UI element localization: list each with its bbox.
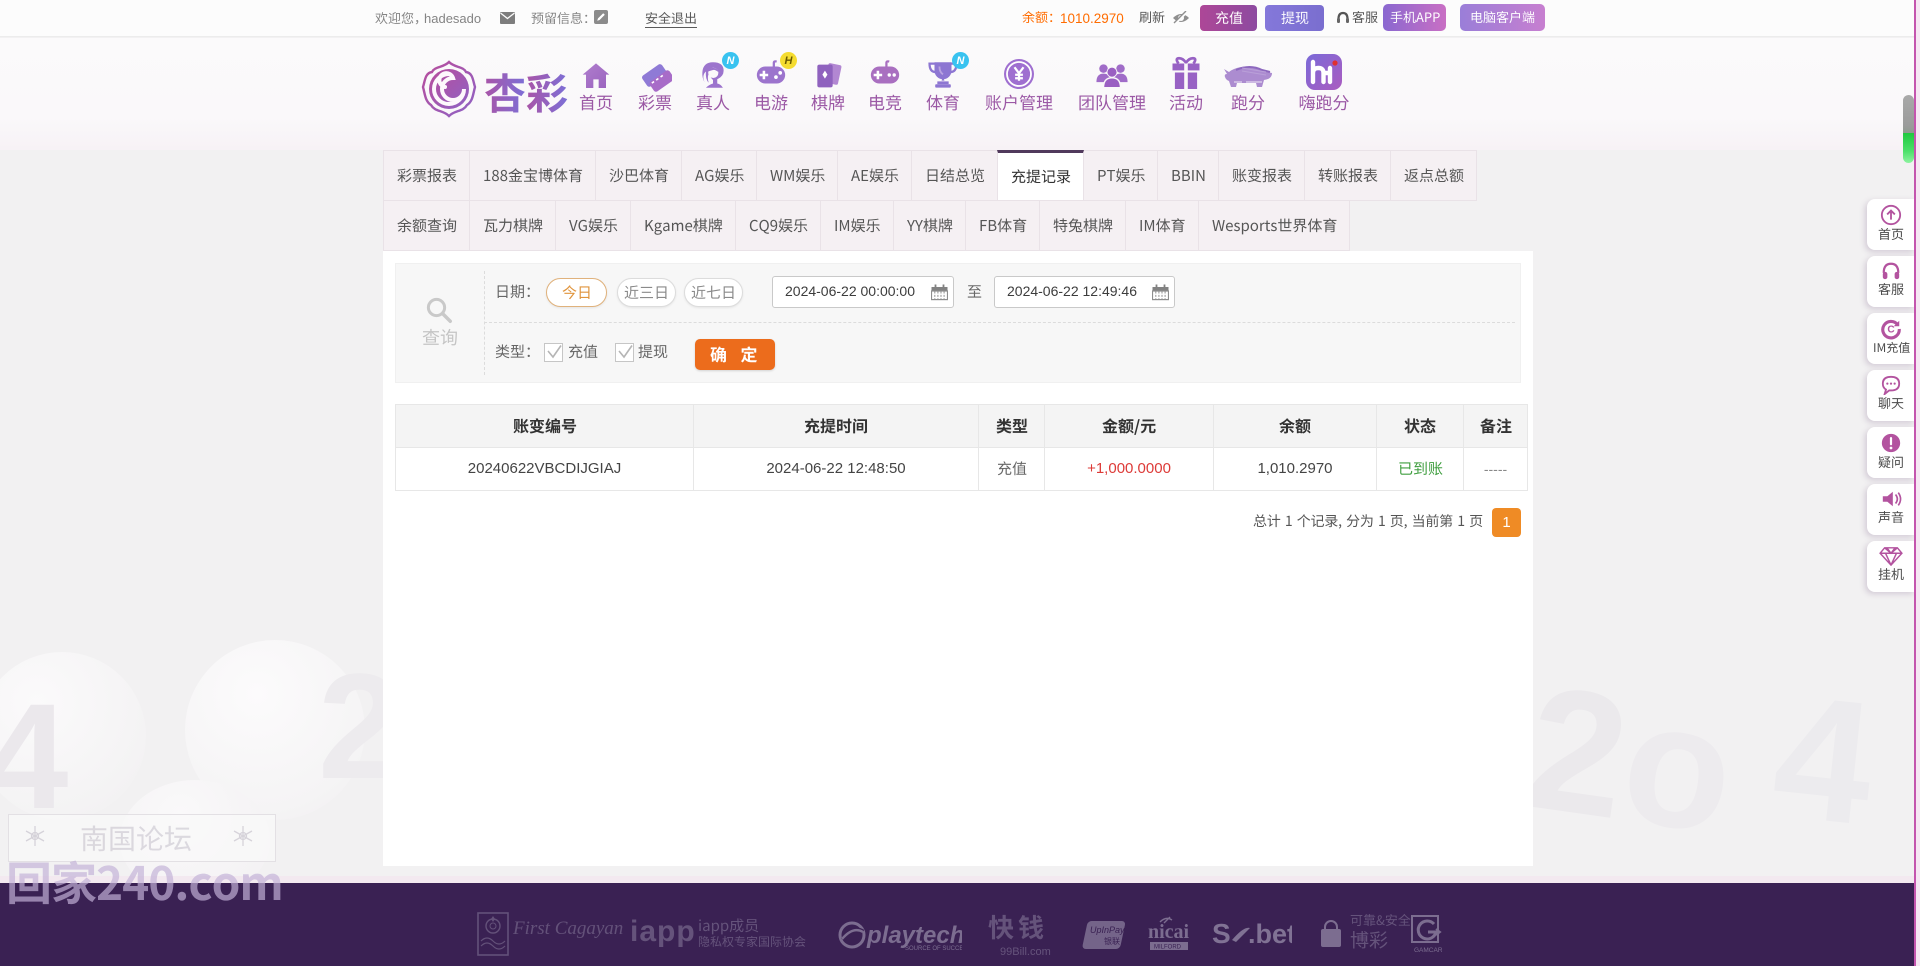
svg-text:UpInPay: UpInPay	[1090, 925, 1125, 935]
svg-text:SOURCE OF SUCCESS: SOURCE OF SUCCESS	[905, 946, 962, 952]
svg-text:MILFORD: MILFORD	[1154, 945, 1182, 951]
svg-text:银联: 银联	[1104, 936, 1120, 946]
svg-text:S: S	[1212, 918, 1231, 949]
svg-text:.bet: .bet	[1248, 919, 1292, 949]
svg-text:C: C	[1887, 325, 1894, 336]
svg-text:GAMCARE: GAMCARE	[1414, 947, 1442, 954]
svg-text:playtech: playtech	[866, 922, 962, 949]
svg-text:nicai: nicai	[1148, 921, 1190, 943]
